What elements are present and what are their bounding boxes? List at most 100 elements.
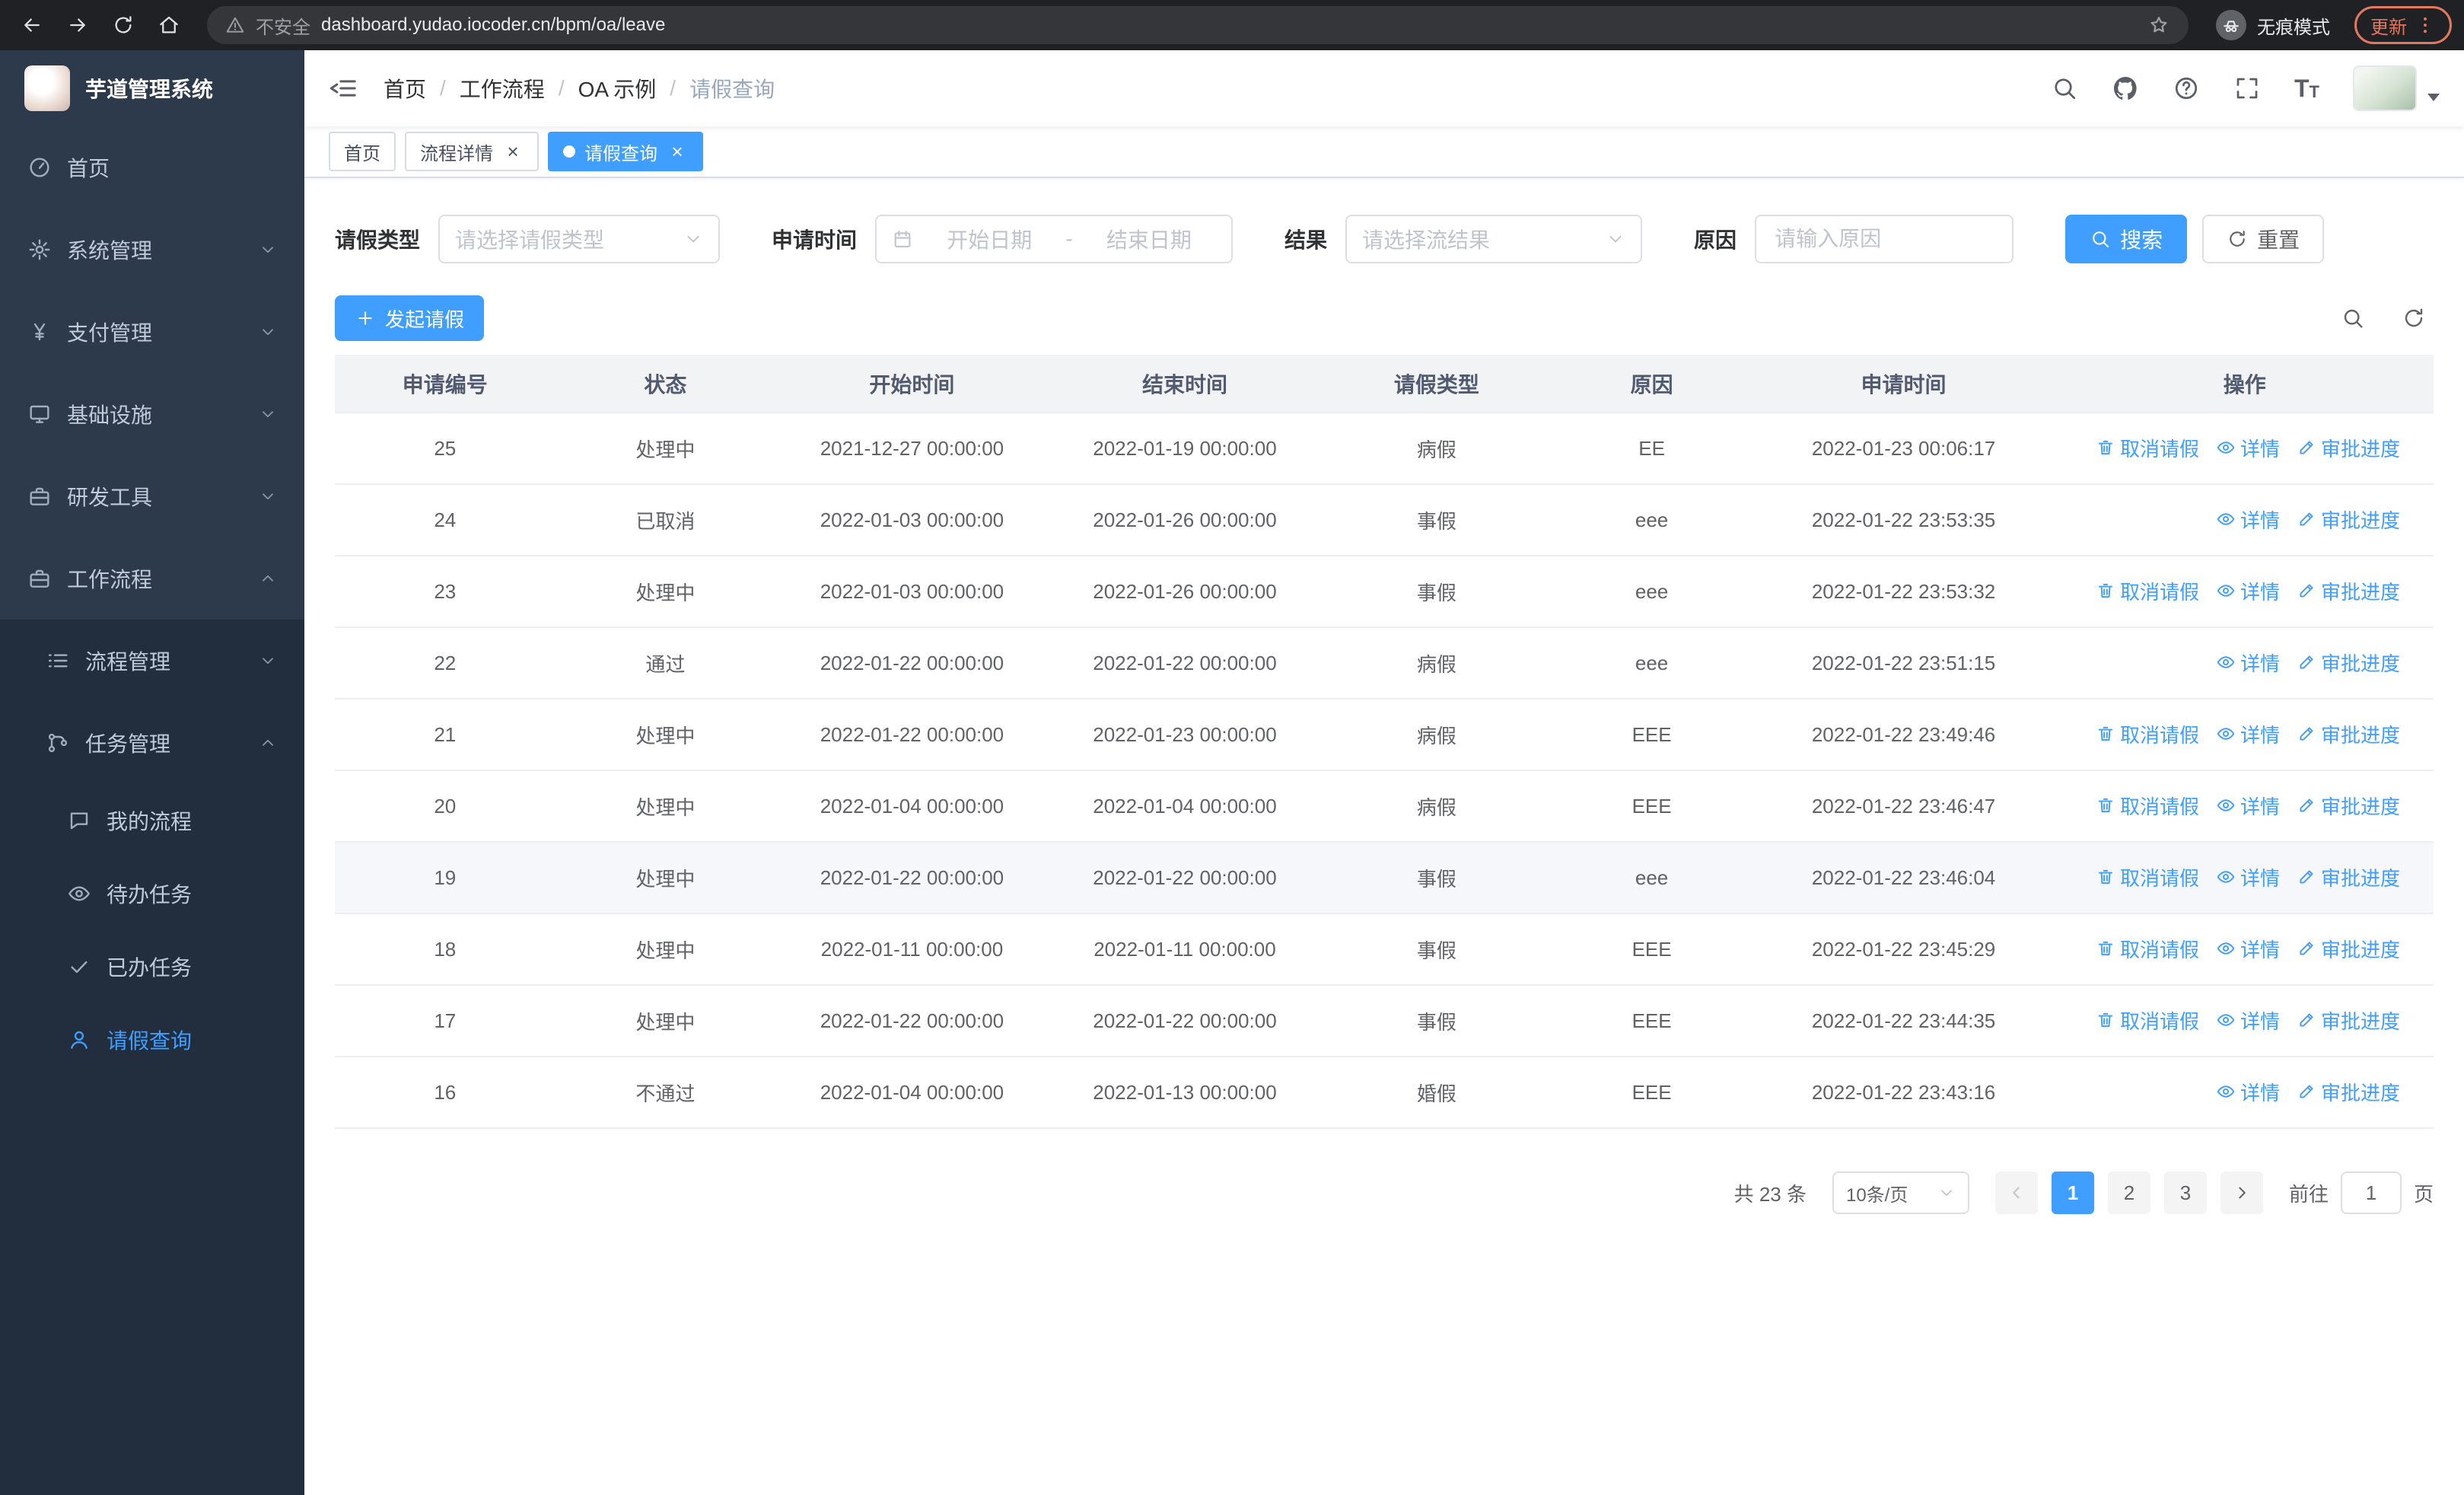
sidebar-item-my-process[interactable]: 我的流程 <box>0 784 304 857</box>
detail-action-link[interactable]: 详情 <box>2216 863 2280 891</box>
cell-apply-id: 22 <box>335 627 556 700</box>
sidebar-item-todo-tasks[interactable]: 待办任务 <box>0 857 304 930</box>
cancel-action-link[interactable]: 取消请假 <box>2096 720 2199 748</box>
sidebar-item-done-tasks[interactable]: 已办任务 <box>0 930 304 1003</box>
progress-action-link[interactable]: 审批进度 <box>2297 1078 2400 1106</box>
cell-actions: 详情 审批进度 <box>2055 484 2434 556</box>
forward-icon <box>66 14 89 37</box>
chat-icon <box>67 808 91 833</box>
page-button-3[interactable]: 3 <box>2163 1171 2207 1214</box>
page-button-2[interactable]: 2 <box>2107 1171 2150 1214</box>
address-bar[interactable]: 不安全 dashboard.yudao.iocoder.cn/bpm/oa/le… <box>207 6 2189 44</box>
sidebar-item-workflow[interactable]: 工作流程 <box>0 537 304 620</box>
eye-icon <box>2216 1082 2236 1101</box>
sidebar-item-payment[interactable]: 支付管理 <box>0 291 304 373</box>
edit-icon <box>2297 867 2316 887</box>
cancel-action-link[interactable]: 取消请假 <box>2096 1006 2199 1034</box>
cancel-action-link[interactable]: 取消请假 <box>2096 863 2199 891</box>
detail-action-link[interactable]: 详情 <box>2216 649 2280 677</box>
chevron-down-icon <box>259 323 277 341</box>
apply-time-range-picker[interactable]: 开始日期 - 结束日期 <box>875 215 1234 263</box>
browser-forward-button[interactable] <box>58 5 97 45</box>
sidebar-item-process-management[interactable]: 流程管理 <box>0 620 304 702</box>
detail-action-link[interactable]: 详情 <box>2216 577 2280 605</box>
reason-input[interactable] <box>1755 215 2014 263</box>
browser-home-button[interactable] <box>149 5 189 45</box>
toggle-search-button[interactable] <box>2333 298 2373 338</box>
detail-action-link[interactable]: 详情 <box>2216 792 2280 820</box>
cell-end-time: 2022-01-11 00:00:00 <box>1048 913 1322 986</box>
start-date-placeholder: 开始日期 <box>947 228 1033 252</box>
browser-back-button[interactable] <box>12 5 52 45</box>
sidebar-item-leave-query[interactable]: 请假查询 <box>0 1003 304 1076</box>
detail-action-link[interactable]: 详情 <box>2216 720 2280 748</box>
tab-home[interactable]: 首页 <box>329 132 396 171</box>
progress-action-link[interactable]: 审批进度 <box>2297 720 2400 748</box>
cell-leave-type: 病假 <box>1321 770 1552 843</box>
page-button-1[interactable]: 1 <box>2051 1171 2094 1214</box>
result-select[interactable]: 请选择流结果 <box>1345 215 1643 263</box>
reason-label: 原因 <box>1694 228 1737 252</box>
detail-action-link[interactable]: 详情 <box>2216 1006 2280 1034</box>
sidebar-item-home[interactable]: 首页 <box>0 126 304 209</box>
app-logo <box>24 65 70 111</box>
detail-action-link[interactable]: 详情 <box>2216 434 2280 462</box>
cell-apply-id: 19 <box>335 842 556 914</box>
main-panel: 首页 / 工作流程 / OA 示例 / 请假查询 TT 首页 流程详情 × 请假查询 × <box>304 50 2464 1495</box>
cancel-action-link[interactable]: 取消请假 <box>2096 434 2199 462</box>
cancel-action-link[interactable]: 取消请假 <box>2096 935 2199 963</box>
not-secure-warning-icon <box>225 15 245 35</box>
progress-action-link[interactable]: 审批进度 <box>2297 434 2400 462</box>
refresh-icon <box>2402 306 2426 330</box>
goto-page-input[interactable] <box>2340 1171 2402 1214</box>
cell-reason: EE <box>1552 413 1752 485</box>
page-size-select[interactable]: 10条/页 <box>1832 1171 1969 1214</box>
table-row: 20 处理中 2022-01-04 00:00:00 2022-01-04 00:00… <box>335 770 2434 843</box>
sidebar-item-dev-tools[interactable]: 研发工具 <box>0 455 304 537</box>
breadcrumb-item[interactable]: 工作流程 <box>460 73 545 104</box>
leave-type-select[interactable]: 请选择请假类型 <box>438 215 721 263</box>
cell-apply-time: 2022-01-22 23:53:32 <box>1751 556 2056 628</box>
progress-action-link[interactable]: 审批进度 <box>2297 505 2400 534</box>
create-leave-button[interactable]: 发起请假 <box>335 295 485 341</box>
help-icon[interactable] <box>2173 75 2200 102</box>
close-icon[interactable]: × <box>667 141 688 162</box>
detail-action-link[interactable]: 详情 <box>2216 505 2280 534</box>
progress-action-link[interactable]: 审批进度 <box>2297 577 2400 605</box>
progress-action-link[interactable]: 审批进度 <box>2297 935 2400 963</box>
chevron-down-icon <box>259 241 277 259</box>
github-icon[interactable] <box>2112 75 2139 102</box>
sidebar-item-infrastructure[interactable]: 基础设施 <box>0 373 304 455</box>
close-icon[interactable]: × <box>502 141 524 162</box>
reset-button[interactable]: 重置 <box>2202 215 2325 263</box>
browser-menu-icon[interactable] <box>2415 14 2436 36</box>
app-logo-row[interactable]: 芋道管理系统 <box>0 50 304 126</box>
search-button[interactable]: 搜索 <box>2065 215 2188 263</box>
detail-action-link[interactable]: 详情 <box>2216 935 2280 963</box>
table-refresh-button[interactable] <box>2394 298 2434 338</box>
progress-action-link[interactable]: 审批进度 <box>2297 792 2400 820</box>
tab-process-detail[interactable]: 流程详情 × <box>405 132 539 171</box>
progress-action-link[interactable]: 审批进度 <box>2297 1006 2400 1034</box>
bookmark-star-icon[interactable] <box>2147 14 2170 37</box>
prev-page-button[interactable] <box>1994 1171 2038 1214</box>
browser-reload-button[interactable] <box>103 5 143 45</box>
edit-icon <box>2297 652 2316 672</box>
cancel-action-link[interactable]: 取消请假 <box>2096 792 2199 820</box>
tab-leave-query[interactable]: 请假查询 × <box>548 132 703 171</box>
progress-action-link[interactable]: 审批进度 <box>2297 863 2400 891</box>
breadcrumb-item[interactable]: OA 示例 <box>578 73 657 104</box>
next-page-button[interactable] <box>2220 1171 2263 1214</box>
font-size-icon[interactable]: TT <box>2294 76 2319 100</box>
cancel-action-link[interactable]: 取消请假 <box>2096 577 2199 605</box>
breadcrumb-item[interactable]: 首页 <box>384 73 426 104</box>
header-search-icon[interactable] <box>2051 75 2078 102</box>
detail-action-link[interactable]: 详情 <box>2216 1078 2280 1106</box>
sidebar-collapse-button[interactable] <box>329 73 359 104</box>
fullscreen-icon[interactable] <box>2233 75 2261 102</box>
user-menu[interactable] <box>2353 65 2440 111</box>
sidebar-item-task-management[interactable]: 任务管理 <box>0 702 304 784</box>
sidebar-item-system[interactable]: 系统管理 <box>0 209 304 291</box>
browser-update-button[interactable]: 更新 <box>2354 6 2452 44</box>
progress-action-link[interactable]: 审批进度 <box>2297 649 2400 677</box>
